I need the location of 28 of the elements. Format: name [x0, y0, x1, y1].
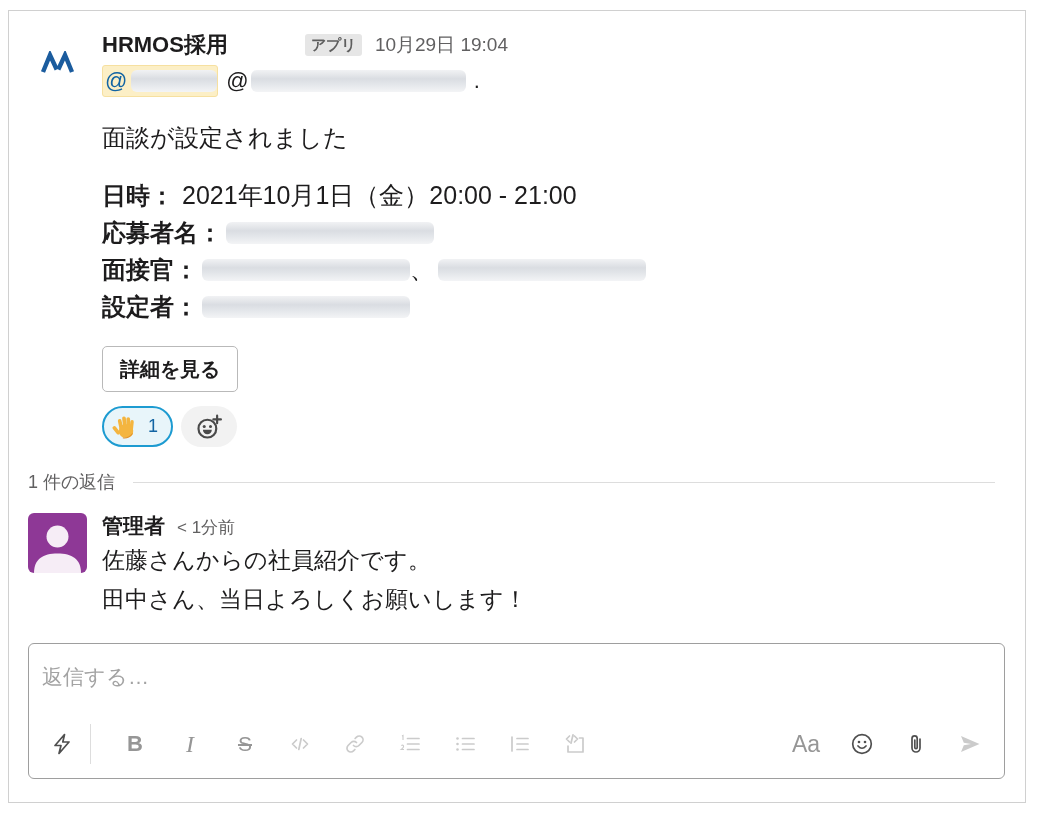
field-label: 日時： — [102, 180, 174, 211]
field-label: 面接官： — [102, 254, 198, 285]
reply-time[interactable]: < 1分前 — [177, 515, 236, 541]
period-text: . — [473, 68, 480, 94]
field-value: 2021年10月1日（金）20:00 - 21:00 — [182, 180, 577, 211]
field-label: 設定者： — [102, 291, 198, 322]
field-value: 、 — [410, 254, 434, 285]
field-label: 応募者名： — [102, 217, 222, 248]
smiley-icon — [850, 732, 874, 756]
add-emoji-icon — [196, 413, 222, 440]
details-button[interactable]: 詳細を見る — [102, 346, 238, 392]
logo-icon — [40, 51, 75, 74]
sender-name[interactable]: HRMOS採用 — [102, 33, 228, 57]
mention-highlight[interactable]: @ — [102, 65, 219, 97]
mention-at-sign[interactable]: @ — [226, 68, 249, 94]
avatar-icon — [28, 513, 87, 573]
timestamp[interactable]: 10月29日 19:04 — [374, 32, 508, 58]
message-text: 面談が設定されました — [102, 123, 349, 153]
add-reaction-button[interactable] — [181, 406, 237, 447]
reply-text: 佐藤さんからの社員紹介です。 — [102, 546, 432, 575]
reply-text: 田中さん、当日よろしくお願いします！ — [102, 585, 527, 614]
reply-count-text: 1 件の返信 — [28, 471, 115, 494]
app-badge: アプリ — [304, 34, 362, 56]
link-icon — [343, 732, 367, 756]
reply-input[interactable]: 返信する… — [41, 655, 992, 699]
author-name[interactable]: 管理者 — [102, 513, 165, 539]
code-block-icon — [563, 732, 587, 756]
reaction-button[interactable]: 1 — [102, 406, 173, 447]
